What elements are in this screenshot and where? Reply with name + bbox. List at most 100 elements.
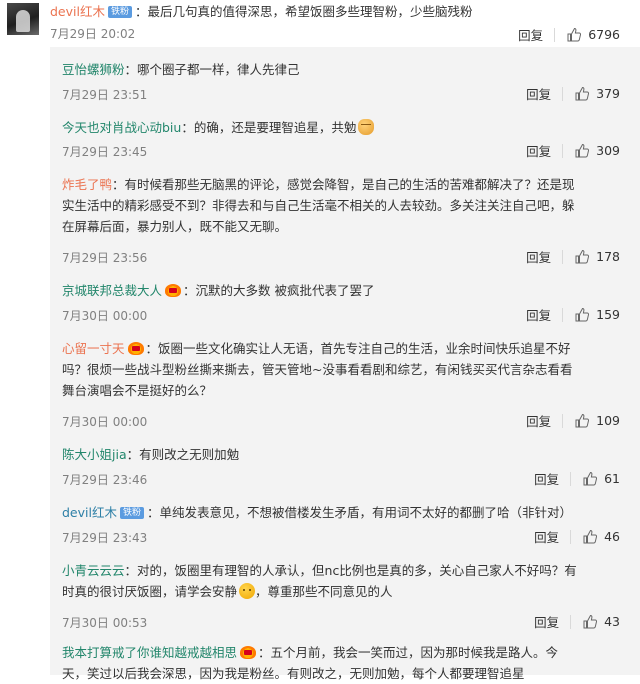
reply-time: 7月29日 23:51 bbox=[62, 88, 148, 102]
reply-button[interactable]: 回复 bbox=[534, 469, 559, 488]
reply-actions: 回复 379 bbox=[526, 84, 620, 103]
reply-username[interactable]: 陈大小姐jia bbox=[62, 447, 127, 462]
reply-text: ：沉默的大多数 被疯批代表了罢了 bbox=[183, 283, 375, 298]
reply-text-line: 天，笑过以后我会深思，因为我是粉丝。有则改之，无则加勉，每个人都要理智追星 bbox=[62, 666, 525, 681]
like-button[interactable]: 178 bbox=[574, 249, 620, 265]
thumbs-up-icon bbox=[566, 27, 582, 43]
like-button[interactable]: 46 bbox=[582, 529, 620, 545]
thumbs-up-icon bbox=[582, 529, 598, 545]
reply-text-line: ：五个月前，我会一笑而过，因为那时候我是路人。今 bbox=[258, 645, 559, 660]
fan-badge[interactable]: 铁粉 bbox=[119, 507, 144, 519]
divider bbox=[562, 413, 564, 428]
vip-crown-icon[interactable] bbox=[127, 342, 144, 355]
reply-username[interactable]: 炸毛了鸭 bbox=[62, 177, 112, 192]
reply-text-line: ，尊重那些不同意见的人 bbox=[255, 584, 393, 599]
smile-emoji-icon bbox=[239, 583, 256, 599]
reply-username[interactable]: 京城联邦总裁大人 bbox=[62, 283, 162, 298]
thumbs-up-icon bbox=[574, 249, 590, 265]
thumbs-up-icon bbox=[574, 86, 590, 102]
reply-button[interactable]: 回复 bbox=[534, 612, 559, 631]
thumbs-up-icon bbox=[574, 307, 590, 323]
reply-actions: 回复 61 bbox=[534, 469, 620, 488]
reply-actions: 回复 309 bbox=[526, 141, 620, 160]
reply-item: 豆怡螺狮粉：哪个圈子都一样，律人先律己 bbox=[62, 59, 622, 80]
like-button[interactable]: 159 bbox=[574, 307, 620, 323]
divider bbox=[562, 143, 564, 158]
reply-item: 陈大小姐jia：有则改之无则加勉 bbox=[62, 444, 622, 465]
reply-text-line: ：对的，饭圈里有理智的人承认，但nc比例也是真的多，关心自己家人不好吗？有 bbox=[124, 563, 577, 578]
like-count: 379 bbox=[596, 86, 620, 101]
divider bbox=[570, 614, 572, 629]
reply-button[interactable]: 回复 bbox=[526, 84, 551, 103]
reply-time: 7月30日 00:00 bbox=[62, 309, 148, 323]
main-comment-body: devil红木 铁粉 ：最后几句真的值得深思，希望饭圈多些理智粉，少些脑残粉 bbox=[50, 3, 473, 21]
like-count: 43 bbox=[604, 614, 620, 629]
reply-actions: 回复 109 bbox=[526, 411, 620, 430]
thumbs-up-icon bbox=[582, 471, 598, 487]
avatar-figure bbox=[16, 10, 30, 32]
divider bbox=[562, 86, 564, 101]
reply-text: ：哪个圈子都一样，律人先律己 bbox=[124, 62, 300, 77]
reply-username[interactable]: 豆怡螺狮粉 bbox=[62, 62, 125, 77]
thumbs-up-icon bbox=[574, 143, 590, 159]
reply-time: 7月29日 23:45 bbox=[62, 145, 148, 159]
reply-username[interactable]: 小青云云云 bbox=[62, 563, 125, 578]
like-button[interactable]: 379 bbox=[574, 86, 620, 102]
reply-actions: 回复 159 bbox=[526, 305, 620, 324]
reply-actions: 回复 178 bbox=[526, 247, 620, 266]
reply-time: 7月30日 00:00 bbox=[62, 415, 148, 429]
like-count: 61 bbox=[604, 471, 620, 486]
reply-text: ：的确，还是要理智追星，共勉 bbox=[181, 120, 357, 135]
avatar[interactable] bbox=[7, 3, 39, 35]
like-count: 178 bbox=[596, 249, 620, 264]
reply-username[interactable]: 今天也对肖战心动biu bbox=[62, 120, 181, 135]
reply-item: 京城联邦总裁大人 ：沉默的大多数 被疯批代表了罢了 bbox=[62, 280, 622, 301]
like-button[interactable]: 6796 bbox=[566, 27, 620, 43]
like-button[interactable]: 43 bbox=[582, 614, 620, 630]
reply-button[interactable]: 回复 bbox=[526, 305, 551, 324]
like-button[interactable]: 109 bbox=[574, 413, 620, 429]
like-button[interactable]: 309 bbox=[574, 143, 620, 159]
reply-time: 7月29日 23:46 bbox=[62, 473, 148, 487]
like-count: 159 bbox=[596, 307, 620, 322]
reply-item: 炸毛了鸭：有时候看那些无脑黑的评论，感觉会降智，是自己的生活的苦难都解决了？还是… bbox=[62, 174, 622, 237]
fan-badge[interactable]: 铁粉 bbox=[107, 6, 132, 18]
reply-text-line: 吗？很烦一些战斗型粉丝撕来撕去，管天管地~没事看看剧和综艺，有闲钱买买代言杂志看… bbox=[62, 362, 573, 377]
like-count: 46 bbox=[604, 529, 620, 544]
reply-username[interactable]: 我本打算戒了你谁知越戒越相思 bbox=[62, 645, 237, 660]
reply-panel: 豆怡螺狮粉：哪个圈子都一样，律人先律己 7月29日 23:51 回复 379 今… bbox=[50, 47, 640, 681]
reply-text-line: 在屏幕后面，暴力别人，既不能又无聊。 bbox=[62, 219, 288, 234]
reply-button[interactable]: 回复 bbox=[526, 411, 551, 430]
reply-button[interactable]: 回复 bbox=[518, 25, 543, 44]
vip-crown-icon[interactable] bbox=[165, 284, 182, 297]
like-count: 6796 bbox=[588, 27, 620, 42]
like-count: 309 bbox=[596, 143, 620, 158]
fist-emoji-icon bbox=[358, 119, 375, 135]
reply-actions: 回复 46 bbox=[534, 527, 620, 546]
reply-text: ：单纯发表意见，不想被借楼发生矛盾，有用词不太好的都删了哈（非针对） bbox=[146, 505, 572, 520]
divider bbox=[570, 529, 572, 544]
thumbs-up-icon bbox=[582, 614, 598, 630]
reply-text-line: ：饭圈一些文化确实让人无语，首先专注自己的生活，业余时间快乐追星不好 bbox=[145, 341, 571, 356]
reply-text-line: 舞台演唱会不是挺好的么？ bbox=[62, 383, 213, 398]
reply-text-line: ：有时候看那些无脑黑的评论，感觉会降智，是自己的生活的苦难都解决了？还是现 bbox=[112, 177, 575, 192]
main-comment-text: ：最后几句真的值得深思，希望饭圈多些理智粉，少些脑残粉 bbox=[134, 4, 473, 19]
main-comment-time: 7月29日 20:02 bbox=[50, 27, 136, 41]
reply-item: 小青云云云：对的，饭圈里有理智的人承认，但nc比例也是真的多，关心自己家人不好吗… bbox=[62, 560, 622, 602]
reply-actions: 回复 43 bbox=[534, 612, 620, 631]
vip-crown-icon[interactable] bbox=[240, 646, 257, 659]
divider bbox=[570, 471, 572, 486]
reply-username[interactable]: devil红木 bbox=[62, 505, 117, 520]
like-button[interactable]: 61 bbox=[582, 471, 620, 487]
reply-button[interactable]: 回复 bbox=[526, 247, 551, 266]
reply-username[interactable]: 心留一寸天 bbox=[62, 341, 125, 356]
reply-item: 今天也对肖战心动biu：的确，还是要理智追星，共勉 bbox=[62, 117, 622, 138]
divider bbox=[562, 249, 564, 264]
reply-text-line: 时真的很讨厌饭圈，请学会安静 bbox=[62, 584, 238, 599]
reply-button[interactable]: 回复 bbox=[534, 527, 559, 546]
reply-text-line: 实生活中的精彩感受不到？非得去和与自己生活毫不相关的人去较劲。多关注关注自己吧，… bbox=[62, 198, 575, 213]
reply-button[interactable]: 回复 bbox=[526, 141, 551, 160]
main-comment-username[interactable]: devil红木 bbox=[50, 4, 105, 19]
divider bbox=[562, 307, 564, 322]
thumbs-up-icon bbox=[574, 413, 590, 429]
